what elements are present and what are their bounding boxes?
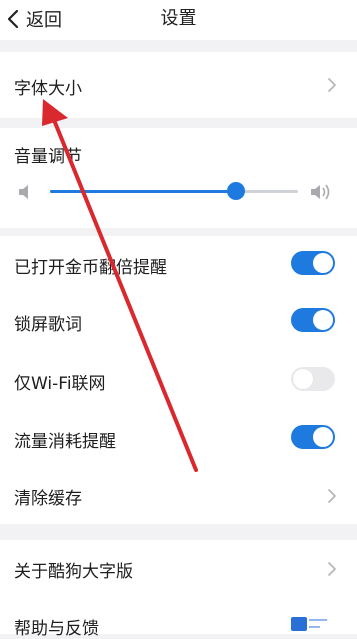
toggle-knob	[313, 310, 333, 330]
page-title: 设置	[160, 8, 197, 29]
volume-slider-fill	[50, 190, 236, 193]
volume-label: 音量调节	[14, 147, 82, 167]
volume-low-icon	[19, 185, 28, 199]
toggle-knob	[293, 369, 313, 389]
wifi-only-row: 仅Wi-Fi联网	[0, 352, 357, 410]
clear-cache-row[interactable]: 清除缓存	[0, 470, 357, 524]
lockscreen-lyrics-row: 锁屏歌词	[0, 294, 357, 352]
coin-reminder-row: 已打开金币翻倍提醒	[0, 236, 357, 294]
volume-section: 音量调节	[0, 128, 357, 228]
font-size-label: 字体大小	[14, 79, 82, 99]
coin-reminder-label: 已打开金币翻倍提醒	[14, 258, 167, 278]
data-usage-reminder-row: 流量消耗提醒	[0, 410, 357, 468]
chevron-right-icon	[328, 489, 336, 503]
clear-cache-label: 清除缓存	[14, 489, 82, 509]
coin-reminder-toggle[interactable]	[291, 251, 335, 275]
top-bar: 返回 设置	[0, 0, 357, 40]
data-usage-reminder-label: 流量消耗提醒	[14, 432, 116, 452]
about-label: 关于酷狗大字版	[14, 562, 133, 582]
volume-slider-thumb[interactable]	[227, 182, 245, 200]
chevron-right-icon	[328, 562, 336, 576]
toggle-knob	[313, 253, 333, 273]
about-row[interactable]: 关于酷狗大字版	[0, 540, 357, 600]
wifi-only-label: 仅Wi-Fi联网	[14, 374, 106, 394]
data-usage-reminder-toggle[interactable]	[291, 425, 335, 449]
font-size-row[interactable]: 字体大小	[0, 52, 357, 118]
toggle-knob	[313, 427, 333, 447]
lockscreen-lyrics-label: 锁屏歌词	[14, 315, 82, 335]
site-logo-icon: ━━━━━ ━━━	[291, 616, 353, 632]
lockscreen-lyrics-toggle[interactable]	[291, 308, 335, 332]
volume-slider[interactable]	[50, 182, 298, 200]
chevron-right-icon	[328, 78, 336, 92]
wifi-only-toggle[interactable]	[291, 367, 335, 391]
help-feedback-label: 帮助与反馈	[14, 619, 99, 639]
volume-high-icon	[311, 184, 330, 200]
